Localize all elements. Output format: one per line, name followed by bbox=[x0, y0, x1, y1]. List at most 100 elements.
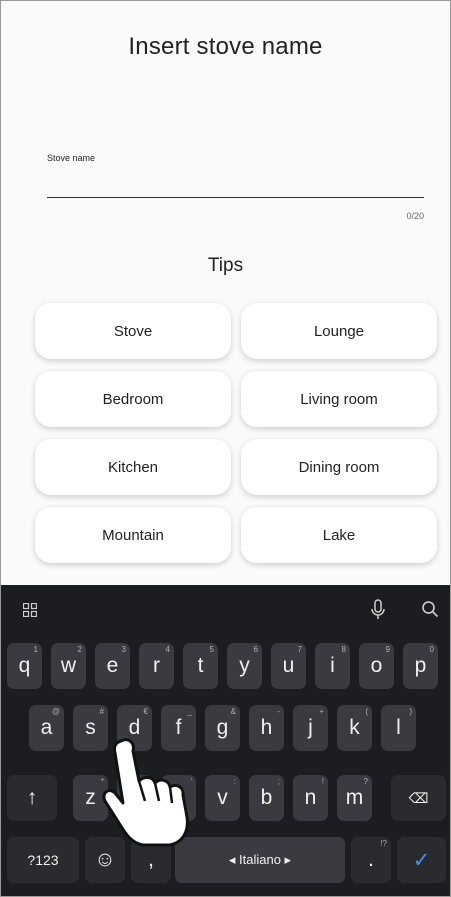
key-hint: - bbox=[277, 707, 280, 716]
key-n[interactable]: n! bbox=[293, 775, 328, 821]
key-label: m bbox=[345, 786, 364, 809]
key-hint: ; bbox=[277, 777, 280, 786]
key-label: k bbox=[349, 716, 360, 739]
key-k[interactable]: k( bbox=[337, 705, 372, 751]
key-g[interactable]: g & bbox=[205, 705, 240, 751]
key-label: j bbox=[308, 716, 313, 739]
app-screen: Insert stove name Stove name 0/20 Tips S… bbox=[0, 0, 451, 897]
page-title: Insert stove name bbox=[128, 33, 323, 60]
key-hint: 4 bbox=[165, 645, 170, 654]
key-r[interactable]: r4 bbox=[139, 643, 174, 689]
key-hint: 6 bbox=[253, 645, 258, 654]
stove-name-field[interactable]: Stove name bbox=[47, 147, 424, 203]
period-hint: !? bbox=[380, 839, 387, 848]
key-hint: ? bbox=[363, 777, 368, 786]
key-hint: 8 bbox=[341, 645, 346, 654]
key-label: l bbox=[396, 716, 401, 739]
tip-living-room-button[interactable]: Living room bbox=[241, 371, 437, 427]
key-p[interactable]: p0 bbox=[403, 643, 438, 689]
key-hint: # bbox=[99, 707, 104, 716]
tip-stove-button[interactable]: Stove bbox=[35, 303, 231, 359]
key-hint: + bbox=[319, 707, 324, 716]
microphone-icon[interactable] bbox=[369, 599, 387, 621]
key-hint: 5 bbox=[209, 645, 214, 654]
key-i[interactable]: i8 bbox=[315, 643, 350, 689]
key-label: e bbox=[106, 654, 119, 677]
keyboard-toolbar bbox=[1, 585, 450, 637]
key-label: z bbox=[85, 786, 96, 809]
key-hint: 2 bbox=[77, 645, 82, 654]
key-hint: ! bbox=[321, 777, 324, 786]
key-q[interactable]: q1 bbox=[7, 643, 42, 689]
key-hint: 3 bbox=[121, 645, 126, 654]
period-key[interactable]: . !? bbox=[351, 837, 391, 883]
key-j[interactable]: j + bbox=[293, 705, 328, 751]
stove-name-input[interactable] bbox=[47, 171, 424, 199]
key-hint: : bbox=[233, 777, 236, 786]
grid-icon[interactable] bbox=[23, 603, 37, 617]
key-label: p bbox=[414, 654, 427, 677]
key-hint: _ bbox=[187, 707, 192, 716]
stove-name-label: Stove name bbox=[47, 153, 96, 163]
period-label: . bbox=[368, 848, 374, 871]
key-o[interactable]: o9 bbox=[359, 643, 394, 689]
key-label: o bbox=[370, 654, 383, 677]
key-label: y bbox=[239, 654, 250, 677]
tips-grid: Stove Lounge Bedroom Living room Kitchen… bbox=[35, 303, 438, 563]
key-e[interactable]: e3 bbox=[95, 643, 130, 689]
key-h[interactable]: h- bbox=[249, 705, 284, 751]
search-icon[interactable] bbox=[421, 600, 439, 618]
key-hint: ( bbox=[365, 707, 368, 716]
key-t[interactable]: t5 bbox=[183, 643, 218, 689]
field-underline bbox=[47, 197, 424, 198]
symbols-key[interactable]: ?123 bbox=[7, 837, 79, 883]
keyboard-row-3: ↑ ⌫ z*xc'v:b;n!m? bbox=[1, 775, 450, 821]
tip-dining-room-button[interactable]: Dining room bbox=[241, 439, 437, 495]
tips-title: Tips bbox=[207, 255, 244, 276]
key-label: g bbox=[216, 716, 229, 739]
enter-key[interactable]: ✓ bbox=[397, 837, 446, 883]
tip-lake-button[interactable]: Lake bbox=[241, 507, 437, 563]
key-label: s bbox=[85, 716, 96, 739]
key-hint: ) bbox=[409, 707, 412, 716]
key-hint: @ bbox=[51, 707, 60, 716]
key-label: n bbox=[304, 786, 317, 809]
key-l[interactable]: l) bbox=[381, 705, 416, 751]
key-hint: 0 bbox=[429, 645, 434, 654]
space-key[interactable]: ◂ Italiano ▸ bbox=[175, 837, 345, 883]
key-hint: € bbox=[143, 707, 148, 716]
key-b[interactable]: b; bbox=[249, 775, 284, 821]
key-label: q bbox=[18, 654, 31, 677]
key-label: a bbox=[40, 716, 53, 739]
key-label: w bbox=[60, 654, 77, 677]
key-v[interactable]: v: bbox=[205, 775, 240, 821]
key-label: h bbox=[260, 716, 273, 739]
key-a[interactable]: a @ bbox=[29, 705, 64, 751]
key-y[interactable]: y6 bbox=[227, 643, 262, 689]
keyboard-row-4: ?123 ☺ , ◂ Italiano ▸ . !? ✓ bbox=[1, 837, 450, 883]
key-label: t bbox=[197, 654, 204, 677]
key-label: r bbox=[153, 654, 160, 677]
tip-bedroom-button[interactable]: Bedroom bbox=[35, 371, 231, 427]
key-hint: & bbox=[230, 707, 236, 716]
on-screen-keyboard: q1w2e3r4t5y6u7i8o9p0 a @ s # d € f _ g & h - j + k(l) … bbox=[1, 585, 450, 896]
key-label: v bbox=[217, 786, 228, 809]
tip-lounge-button[interactable]: Lounge bbox=[241, 303, 437, 359]
key-w[interactable]: w2 bbox=[51, 643, 86, 689]
key-m[interactable]: m? bbox=[337, 775, 372, 821]
backspace-key[interactable]: ⌫ bbox=[391, 775, 446, 821]
key-hint: 1 bbox=[33, 645, 38, 654]
tip-mountain-button[interactable]: Mountain bbox=[35, 507, 231, 563]
shift-key[interactable]: ↑ bbox=[7, 775, 57, 821]
key-label: i bbox=[330, 654, 335, 677]
key-hint: 7 bbox=[297, 645, 302, 654]
key-label: b bbox=[260, 786, 273, 809]
tip-kitchen-button[interactable]: Kitchen bbox=[35, 439, 231, 495]
keyboard-row-1: q1w2e3r4t5y6u7i8o9p0 bbox=[1, 643, 450, 689]
char-counter: 0/20 bbox=[406, 211, 424, 221]
key-hint: 9 bbox=[385, 645, 390, 654]
key-label: u bbox=[282, 654, 295, 677]
key-u[interactable]: u7 bbox=[271, 643, 306, 689]
hand-pointer-icon bbox=[102, 738, 189, 847]
keyboard-row-2: a @ s # d € f _ g & h - j + k(l) bbox=[1, 705, 450, 751]
